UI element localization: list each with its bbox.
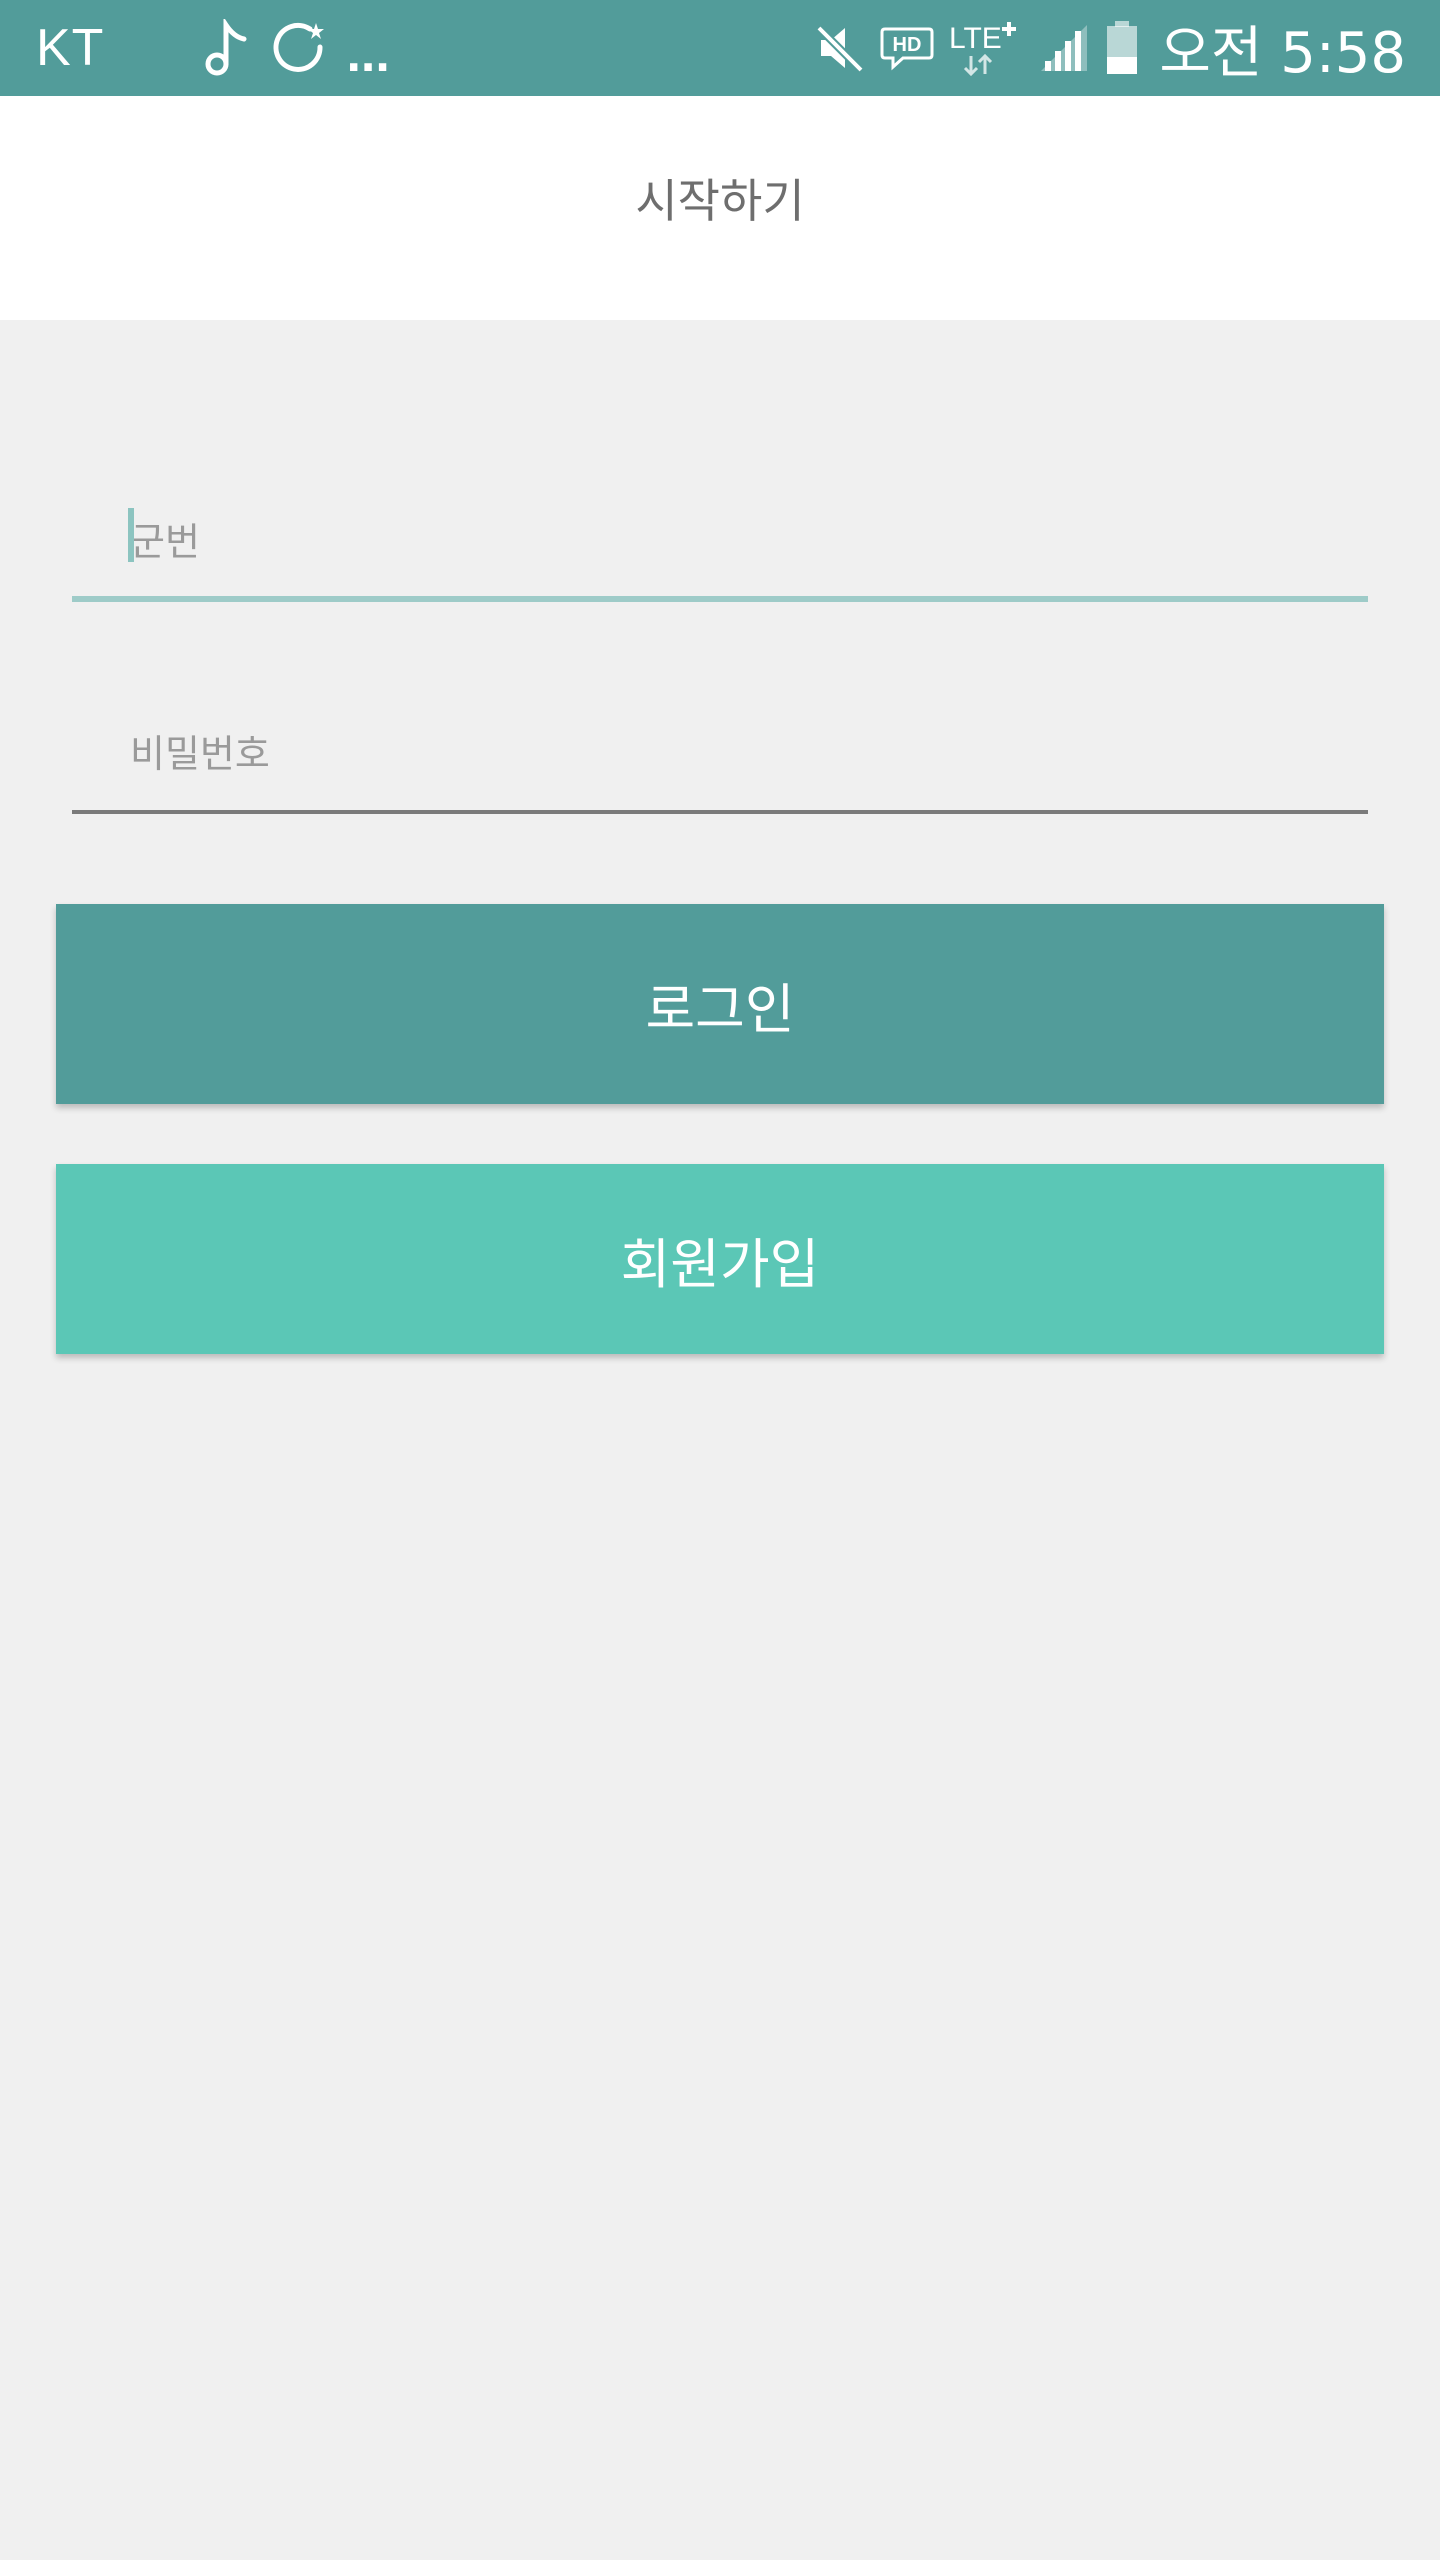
service-number-underline bbox=[72, 596, 1368, 602]
password-underline bbox=[72, 810, 1368, 814]
carrier-label: KT bbox=[36, 19, 105, 77]
status-bar: KT ... HD LTE 오전 5:58 bbox=[0, 0, 1440, 96]
svg-text:HD: HD bbox=[893, 34, 922, 56]
lte-plus-icon: LTE bbox=[949, 18, 1025, 78]
signal-icon bbox=[1039, 23, 1091, 73]
sync-icon bbox=[270, 19, 328, 77]
hd-voice-icon: HD bbox=[879, 23, 935, 73]
status-left-group: KT ... bbox=[36, 0, 390, 96]
more-notifications-indicator: ... bbox=[346, 25, 390, 83]
signup-button[interactable]: 회원가입 bbox=[56, 1164, 1384, 1354]
page-title: 시작하기 bbox=[635, 174, 805, 228]
login-button[interactable]: 로그인 bbox=[56, 904, 1384, 1104]
clock: 오전 5:58 bbox=[1159, 20, 1406, 86]
status-right-group: HD LTE 오전 5:58 bbox=[815, 0, 1406, 96]
music-note-icon bbox=[204, 19, 250, 77]
service-number-field[interactable] bbox=[72, 492, 1368, 602]
app-bar: 시작하기 bbox=[0, 96, 1440, 320]
service-number-input[interactable] bbox=[72, 492, 1368, 592]
text-cursor bbox=[128, 508, 134, 562]
battery-icon bbox=[1105, 21, 1139, 75]
password-field[interactable] bbox=[72, 704, 1368, 814]
mute-icon bbox=[815, 22, 865, 74]
password-input[interactable] bbox=[72, 704, 1368, 804]
svg-text:LTE: LTE bbox=[949, 22, 1002, 55]
